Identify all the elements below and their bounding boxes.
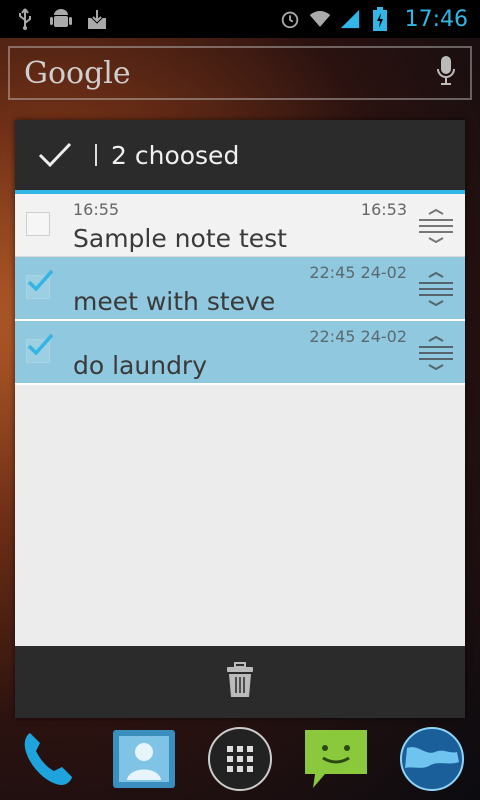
contextual-action-bar: 2 choosed bbox=[15, 120, 465, 194]
divider bbox=[95, 144, 97, 166]
note-time-right: 16:53 bbox=[360, 200, 407, 219]
notes-dialog: 2 choosed 16:55 16:53 Sample note test 2… bbox=[15, 120, 465, 718]
wifi-icon bbox=[309, 8, 331, 30]
note-title: meet with steve bbox=[73, 287, 276, 316]
note-checkbox[interactable] bbox=[26, 212, 50, 236]
drag-handle-icon[interactable] bbox=[417, 208, 455, 247]
note-time-right: 22:45 24-02 bbox=[309, 327, 407, 346]
checkmark-icon bbox=[38, 142, 72, 168]
list-item[interactable]: 22:45 24-02 meet with steve bbox=[15, 257, 465, 321]
status-bar: 17:46 bbox=[0, 0, 480, 38]
checkmark-icon bbox=[27, 333, 54, 356]
contacts-icon[interactable] bbox=[109, 724, 179, 794]
app-drawer-icon[interactable] bbox=[205, 724, 275, 794]
drag-handle-icon[interactable] bbox=[417, 271, 455, 310]
home-dock bbox=[0, 718, 480, 800]
signal-icon bbox=[339, 8, 361, 30]
google-logo: Google bbox=[24, 55, 131, 91]
android-debug-icon bbox=[50, 8, 72, 30]
mic-icon[interactable] bbox=[436, 55, 456, 91]
list-item[interactable]: 16:55 16:53 Sample note test bbox=[15, 194, 465, 257]
download-icon bbox=[86, 8, 108, 30]
note-title: do laundry bbox=[73, 351, 208, 380]
note-title: Sample note test bbox=[73, 224, 287, 253]
note-time-left: 16:55 bbox=[73, 200, 120, 219]
note-checkbox[interactable] bbox=[26, 269, 54, 299]
note-time-right: 22:45 24-02 bbox=[309, 263, 407, 282]
google-search-bar[interactable]: Google bbox=[8, 46, 472, 100]
battery-charging-icon bbox=[369, 7, 391, 31]
bottom-action-bar bbox=[15, 646, 465, 718]
checkmark-icon bbox=[27, 269, 54, 292]
browser-globe-icon[interactable] bbox=[397, 724, 467, 794]
list-item[interactable]: 22:45 24-02 do laundry bbox=[15, 321, 465, 385]
notes-list: 16:55 16:53 Sample note test 22:45 24-02… bbox=[15, 194, 465, 385]
usb-icon bbox=[14, 8, 36, 30]
drag-handle-icon[interactable] bbox=[417, 335, 455, 374]
messaging-icon[interactable] bbox=[301, 724, 371, 794]
selection-count: 2 choosed bbox=[111, 140, 240, 170]
note-checkbox[interactable] bbox=[26, 333, 54, 363]
trash-icon[interactable] bbox=[225, 662, 255, 702]
done-button[interactable] bbox=[15, 120, 95, 190]
phone-icon[interactable] bbox=[13, 724, 83, 794]
clock: 17:46 bbox=[404, 6, 468, 32]
alarm-icon bbox=[279, 8, 301, 30]
